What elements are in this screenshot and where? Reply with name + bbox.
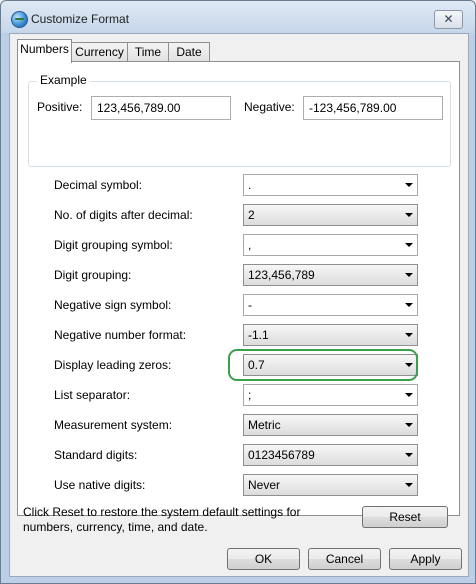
dropdown-arrow-icon — [405, 483, 413, 487]
dropdown-arrow-icon — [405, 453, 413, 457]
standard-digits-label: Standard digits: — [54, 448, 138, 462]
digit-grouping-combo[interactable]: 123,456,789 — [243, 264, 418, 286]
dropdown-arrow-icon — [405, 303, 413, 307]
globe-icon — [11, 11, 28, 28]
digits-after-decimal-label: No. of digits after decimal: — [54, 208, 193, 222]
decimal-symbol-value: . — [248, 178, 252, 192]
decimal-symbol-label: Decimal symbol: — [54, 178, 143, 192]
negative-label: Negative: — [244, 100, 295, 114]
decimal-symbol-combo[interactable]: . — [243, 174, 418, 196]
list-separator-value: ; — [248, 388, 252, 402]
list-separator-combo[interactable]: ; — [243, 384, 418, 406]
title-bar[interactable]: Customize Format ✕ — [1, 1, 475, 35]
dropdown-arrow-icon — [405, 243, 413, 247]
customize-format-window: Customize Format ✕ Numbers Currency Time… — [0, 0, 476, 584]
digit-grouping-label: Digit grouping: — [54, 268, 132, 282]
window-title: Customize Format — [31, 12, 130, 26]
numbers-tab-panel: Example Positive: 123,456,789.00 Negativ… — [17, 61, 460, 516]
negative-example-field: -123,456,789.00 — [303, 96, 443, 120]
example-group: Example Positive: 123,456,789.00 Negativ… — [28, 73, 451, 167]
negative-number-format-value: -1.1 — [248, 328, 269, 342]
close-button[interactable]: ✕ — [434, 10, 463, 29]
positive-label: Positive: — [37, 100, 83, 114]
dropdown-arrow-icon — [405, 393, 413, 397]
dropdown-arrow-icon — [405, 273, 413, 277]
tab-time[interactable]: Time — [127, 42, 169, 62]
digits-after-decimal-value: 2 — [248, 208, 255, 222]
use-native-digits-combo[interactable]: Never — [243, 474, 418, 496]
tab-currency[interactable]: Currency — [71, 42, 128, 62]
list-separator-label: List separator: — [54, 388, 131, 402]
negative-number-format-label: Negative number format: — [54, 328, 187, 342]
dropdown-arrow-icon — [405, 213, 413, 217]
use-native-digits-value: Never — [248, 478, 281, 492]
dropdown-arrow-icon — [405, 333, 413, 337]
use-native-digits-label: Use native digits: — [54, 478, 146, 492]
digit-grouping-symbol-combo[interactable]: , — [243, 234, 418, 256]
ok-button[interactable]: OK — [227, 548, 300, 570]
reset-button[interactable]: Reset — [362, 506, 448, 528]
negative-sign-symbol-value: - — [248, 298, 252, 312]
digit-grouping-symbol-label: Digit grouping symbol: — [54, 238, 173, 252]
negative-number-format-combo[interactable]: -1.1 — [243, 324, 418, 346]
display-leading-zeros-label: Display leading zeros: — [54, 358, 172, 372]
cancel-button[interactable]: Cancel — [308, 548, 381, 570]
apply-button[interactable]: Apply — [389, 548, 462, 570]
measurement-system-label: Measurement system: — [54, 418, 173, 432]
example-group-label: Example — [37, 73, 90, 87]
standard-digits-value: 0123456789 — [248, 448, 315, 462]
dialog-client: Numbers Currency Time Date Example Posit… — [9, 33, 469, 577]
standard-digits-combo[interactable]: 0123456789 — [243, 444, 418, 466]
tab-numbers[interactable]: Numbers — [17, 39, 72, 63]
negative-sign-symbol-label: Negative sign symbol: — [54, 298, 172, 312]
dropdown-arrow-icon — [405, 423, 413, 427]
reset-description: Click Reset to restore the system defaul… — [23, 505, 301, 534]
digit-grouping-value: 123,456,789 — [248, 268, 315, 282]
negative-sign-symbol-combo[interactable]: - — [243, 294, 418, 316]
positive-example-field: 123,456,789.00 — [91, 96, 231, 120]
measurement-system-value: Metric — [248, 418, 281, 432]
digit-grouping-symbol-value: , — [248, 238, 252, 252]
dropdown-arrow-icon — [405, 183, 413, 187]
digits-after-decimal-combo[interactable]: 2 — [243, 204, 418, 226]
measurement-system-combo[interactable]: Metric — [243, 414, 418, 436]
tab-date[interactable]: Date — [168, 42, 210, 62]
list-separator-highlight — [228, 349, 418, 381]
